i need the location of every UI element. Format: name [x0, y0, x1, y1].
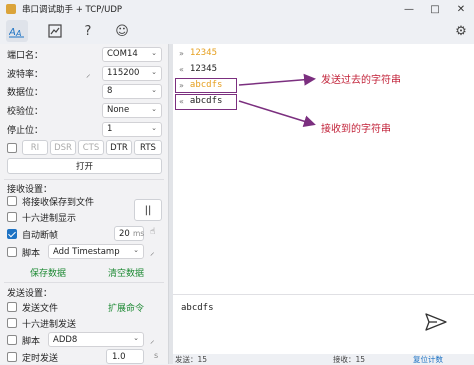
send-script-label: 脚本	[22, 337, 41, 347]
databits-select[interactable]: 8 ⌄	[102, 83, 162, 99]
toolbar: AA ? ☺ ⚙	[0, 18, 474, 44]
received-highlight-box	[175, 94, 237, 110]
timer-unit: s	[154, 351, 159, 360]
send-file-checkbox[interactable]	[7, 302, 17, 312]
hex-display-label: 十六进制显示	[22, 214, 77, 224]
frame-ms-unit: ms	[133, 229, 145, 238]
signals-checkbox[interactable]	[7, 143, 17, 153]
chevron-down-icon: ⌄	[151, 48, 157, 57]
receive-script-label: 脚本	[22, 249, 41, 259]
edit-script-icon[interactable]: ⸝	[150, 333, 155, 346]
annotation-arrows	[238, 73, 316, 128]
message-row: » 12345	[179, 48, 217, 58]
send-button[interactable]	[421, 307, 451, 337]
divider	[4, 179, 164, 180]
chart-icon[interactable]	[44, 20, 66, 42]
baud-select[interactable]: 115200 ⌄	[102, 65, 162, 81]
port-label: 端口名：	[7, 50, 44, 61]
send-script-checkbox[interactable]	[7, 335, 17, 345]
expand-command-link[interactable]: 扩展命令	[108, 301, 144, 314]
received-arrow-icon: «	[179, 64, 184, 74]
received-annotation: 接收到的字符串	[321, 124, 391, 135]
close-button[interactable]: ✕	[448, 0, 474, 18]
hex-send-checkbox[interactable]	[7, 318, 17, 328]
chevron-down-icon: ⌄	[151, 67, 157, 76]
timer-send-checkbox[interactable]	[7, 352, 17, 362]
sent-arrow-icon: »	[179, 48, 184, 58]
send-input[interactable]: abcdfs	[181, 303, 214, 313]
chevron-down-icon: ⌄	[133, 334, 139, 342]
send-file-label: 发送文件	[22, 304, 59, 314]
settings-icon[interactable]: ⚙	[450, 20, 472, 42]
cts-button[interactable]: CTS	[78, 140, 104, 155]
message-text: 12345	[189, 48, 217, 58]
stopbits-label: 停止位：	[7, 125, 44, 136]
dsr-button[interactable]: DSR	[50, 140, 76, 155]
clear-data-link[interactable]: 清空数据	[108, 266, 144, 279]
auto-frame-checkbox[interactable]	[7, 229, 17, 239]
message-text: 12345	[189, 64, 217, 74]
rts-button[interactable]: RTS	[134, 140, 162, 155]
sent-highlight-box	[175, 78, 237, 93]
svg-text:A: A	[9, 27, 16, 38]
font-icon[interactable]: AA	[6, 20, 28, 42]
receive-settings-heading: 接收设置：	[7, 185, 53, 195]
port-select[interactable]: COM14 ⌄	[102, 46, 162, 62]
receive-script-checkbox[interactable]	[7, 247, 17, 257]
divider	[4, 282, 164, 283]
pause-button[interactable]: ||	[134, 199, 162, 221]
hex-display-checkbox[interactable]	[7, 212, 17, 222]
receive-script-select[interactable]: Add Timestamp ⌄	[48, 244, 144, 259]
timer-send-label: 定时发送	[22, 354, 59, 364]
message-log[interactable]: » 12345 « 12345 » abcdfs « abcdfs 发送过去的字…	[173, 44, 474, 294]
baud-calc-icon[interactable]: ⸝	[86, 67, 91, 80]
open-port-button[interactable]: 打开	[7, 158, 162, 174]
save-to-file-label: 将接收保存到文件	[22, 198, 95, 208]
chevron-down-icon: ⌄	[133, 246, 139, 254]
ri-button[interactable]: RI	[22, 140, 48, 155]
timer-interval-input[interactable]: 1.0	[106, 349, 144, 364]
sent-count: 发送：15	[175, 355, 208, 364]
smile-icon[interactable]: ☺	[111, 20, 133, 42]
window-title: 串口调试助手 + TCP/UDP	[22, 5, 123, 15]
chevron-down-icon: ⌄	[151, 85, 157, 94]
parity-label: 校验位：	[7, 106, 44, 117]
settings-panel: 端口名： COM14 ⌄ 波特率： ⸝ 115200 ⌄ 数据位： 8 ⌄ 校验位： …	[0, 44, 168, 364]
send-input-area[interactable]: abcdfs	[173, 294, 474, 354]
hex-send-label: 十六进制发送	[22, 320, 77, 330]
chevron-down-icon: ⌄	[151, 123, 157, 132]
parity-select[interactable]: None ⌄	[102, 102, 162, 118]
chevron-down-icon: ⌄	[151, 104, 157, 113]
message-row: « 12345	[179, 64, 217, 74]
dtr-button[interactable]: DTR	[106, 140, 132, 155]
send-icon	[425, 313, 447, 331]
minimize-button[interactable]: —	[396, 0, 422, 18]
edit-script-icon[interactable]: ⸝	[150, 245, 155, 258]
status-bar: 发送：15 接收：15 复位计数	[173, 354, 474, 364]
maximize-button[interactable]: □	[422, 0, 448, 18]
reset-count-link[interactable]: 复位计数	[413, 354, 443, 365]
cursor-icon[interactable]: ☝	[150, 227, 155, 237]
app-icon	[6, 4, 16, 14]
databits-label: 数据位：	[7, 87, 44, 98]
save-to-file-checkbox[interactable]	[7, 196, 17, 206]
send-settings-heading: 发送设置：	[7, 289, 53, 299]
received-count: 接收：15	[333, 355, 366, 364]
sent-annotation: 发送过去的字符串	[321, 75, 401, 86]
help-icon[interactable]: ?	[77, 20, 99, 42]
save-data-link[interactable]: 保存数据	[30, 266, 66, 279]
baud-label: 波特率：	[7, 69, 44, 80]
send-script-select[interactable]: ADD8 ⌄	[48, 332, 144, 347]
stopbits-select[interactable]: 1 ⌄	[102, 121, 162, 137]
auto-frame-label: 自动断帧	[22, 231, 59, 241]
